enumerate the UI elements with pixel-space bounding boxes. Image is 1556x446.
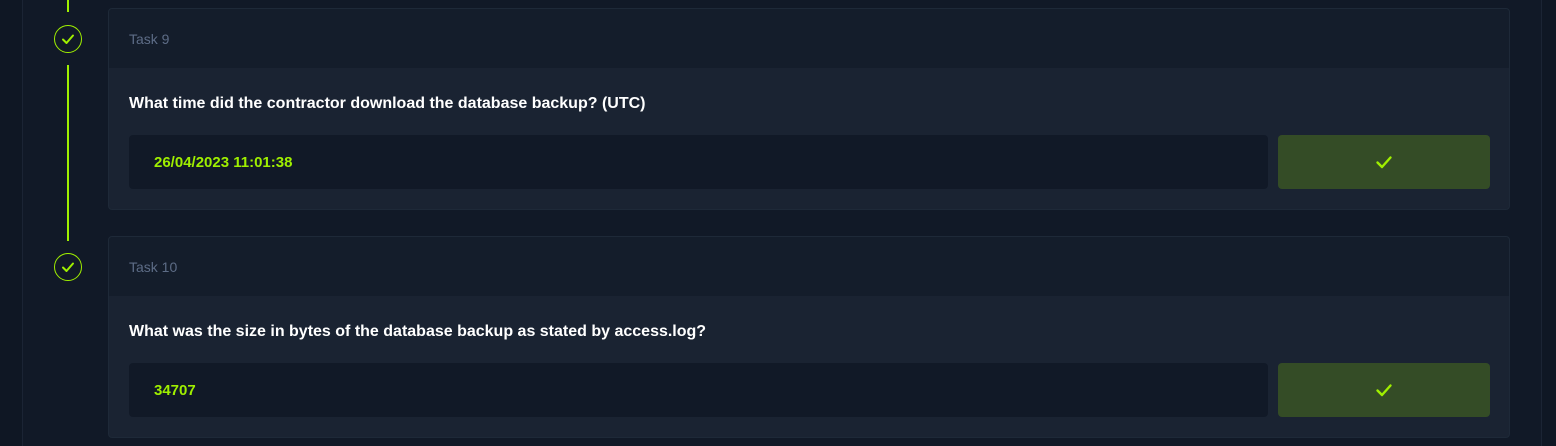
answer-input[interactable]: 34707 xyxy=(129,363,1268,417)
check-icon xyxy=(62,262,74,272)
task-card: Task 10 What was the size in bytes of th… xyxy=(108,236,1510,438)
answer-input[interactable]: 26/04/2023 11:01:38 xyxy=(129,135,1268,189)
task-title: Task 9 xyxy=(129,30,170,47)
task-body: What time did the contractor download th… xyxy=(109,68,1509,209)
check-icon xyxy=(1376,384,1392,397)
timeline-line xyxy=(67,65,69,241)
task-list-page: Task 9 What time did the contractor down… xyxy=(0,0,1556,446)
timeline-line xyxy=(67,0,69,12)
task-9-complete-node xyxy=(54,25,82,53)
task-card: Task 9 What time did the contractor down… xyxy=(108,8,1510,210)
check-icon xyxy=(62,34,74,44)
task-body: What was the size in bytes of the databa… xyxy=(109,296,1509,437)
task-question: What time did the contractor download th… xyxy=(129,95,646,112)
submit-answer-button[interactable] xyxy=(1278,363,1490,417)
task-header: Task 9 xyxy=(109,9,1509,68)
submit-answer-button[interactable] xyxy=(1278,135,1490,189)
task-title: Task 10 xyxy=(129,258,178,275)
check-icon xyxy=(1376,156,1392,169)
task-10-complete-node xyxy=(54,253,82,281)
task-question: What was the size in bytes of the databa… xyxy=(129,323,707,340)
task-header: Task 10 xyxy=(109,237,1509,296)
left-gutter xyxy=(0,0,23,446)
right-gutter xyxy=(1541,0,1556,446)
